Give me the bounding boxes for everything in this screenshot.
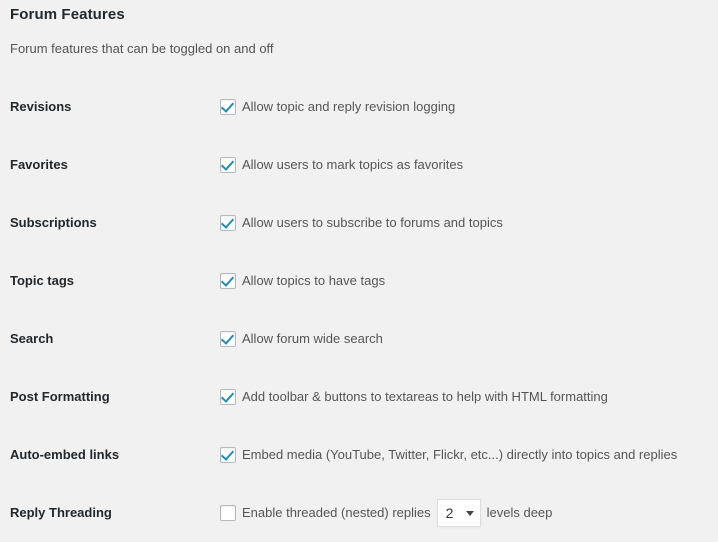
reply-threading-depth-value: 2 [445,505,454,521]
table-row: Auto-embed links Embed media (YouTube, T… [0,426,718,484]
reply-threading-depth-select[interactable]: 2 [436,499,481,527]
table-row: Topic tags Allow topics to have tags [0,252,718,310]
setting-label-subscriptions: Subscriptions [10,214,97,230]
setting-text-reply-threading-suffix: levels deep [486,504,553,520]
setting-label-revisions: Revisions [10,98,72,114]
setting-label-favorites: Favorites [10,156,68,172]
setting-field-favorites: Allow users to mark topics as favorites [220,136,718,194]
table-row: Search Allow forum wide search [0,310,718,368]
checkbox-unchecked-icon-reply-threading[interactable] [220,505,236,521]
table-row: Revisions Allow topic and reply revision… [0,78,718,136]
setting-field-revisions: Allow topic and reply revision logging [220,78,718,136]
setting-field-post-formatting: Add toolbar & buttons to textareas to he… [220,368,718,426]
setting-field-topic-tags: Allow topics to have tags [220,252,718,310]
setting-field-search: Allow forum wide search [220,310,718,368]
table-row: Reply Threading Enable threaded (nested)… [0,484,718,542]
setting-text-revisions: Allow topic and reply revision logging [242,98,456,114]
setting-text-favorites: Allow users to mark topics as favorites [242,156,464,172]
setting-text-topic-tags: Allow topics to have tags [242,272,386,288]
checkbox-checked-icon-auto-embed-links[interactable] [220,447,236,463]
setting-text-post-formatting: Add toolbar & buttons to textareas to he… [242,388,608,404]
setting-text-auto-embed-links: Embed media (YouTube, Twitter, Flickr, e… [242,446,678,462]
page-title: Forum Features [10,6,125,23]
table-row: Post Formatting Add toolbar & buttons to… [0,368,718,426]
forum-features-table: Revisions Allow topic and reply revision… [0,78,718,542]
table-row: Favorites Allow users to mark topics as … [0,136,718,194]
setting-label-reply-threading: Reply Threading [10,504,112,520]
setting-text-reply-threading: Enable threaded (nested) replies [242,504,431,520]
checkbox-checked-icon-subscriptions[interactable] [220,215,236,231]
setting-field-reply-threading: Enable threaded (nested) replies 2 level… [220,484,718,542]
setting-text-subscriptions: Allow users to subscribe to forums and t… [242,214,503,230]
setting-text-search: Allow forum wide search [242,330,383,346]
forum-features-settings-page: Forum Features Forum features that can b… [0,0,718,532]
page-description: Forum features that can be toggled on an… [10,41,274,56]
checkbox-checked-icon-favorites[interactable] [220,157,236,173]
setting-field-auto-embed-links: Embed media (YouTube, Twitter, Flickr, e… [220,426,718,484]
chevron-down-icon [465,511,474,516]
checkbox-checked-icon-search[interactable] [220,331,236,347]
checkbox-checked-icon-post-formatting[interactable] [220,389,236,405]
checkbox-checked-icon-revisions[interactable] [220,99,236,115]
table-row: Subscriptions Allow users to subscribe t… [0,194,718,252]
setting-label-search: Search [10,330,54,346]
setting-label-topic-tags: Topic tags [10,272,75,288]
setting-label-post-formatting: Post Formatting [10,388,110,404]
setting-label-auto-embed-links: Auto-embed links [10,446,120,462]
setting-field-subscriptions: Allow users to subscribe to forums and t… [220,194,718,252]
checkbox-checked-icon-topic-tags[interactable] [220,273,236,289]
